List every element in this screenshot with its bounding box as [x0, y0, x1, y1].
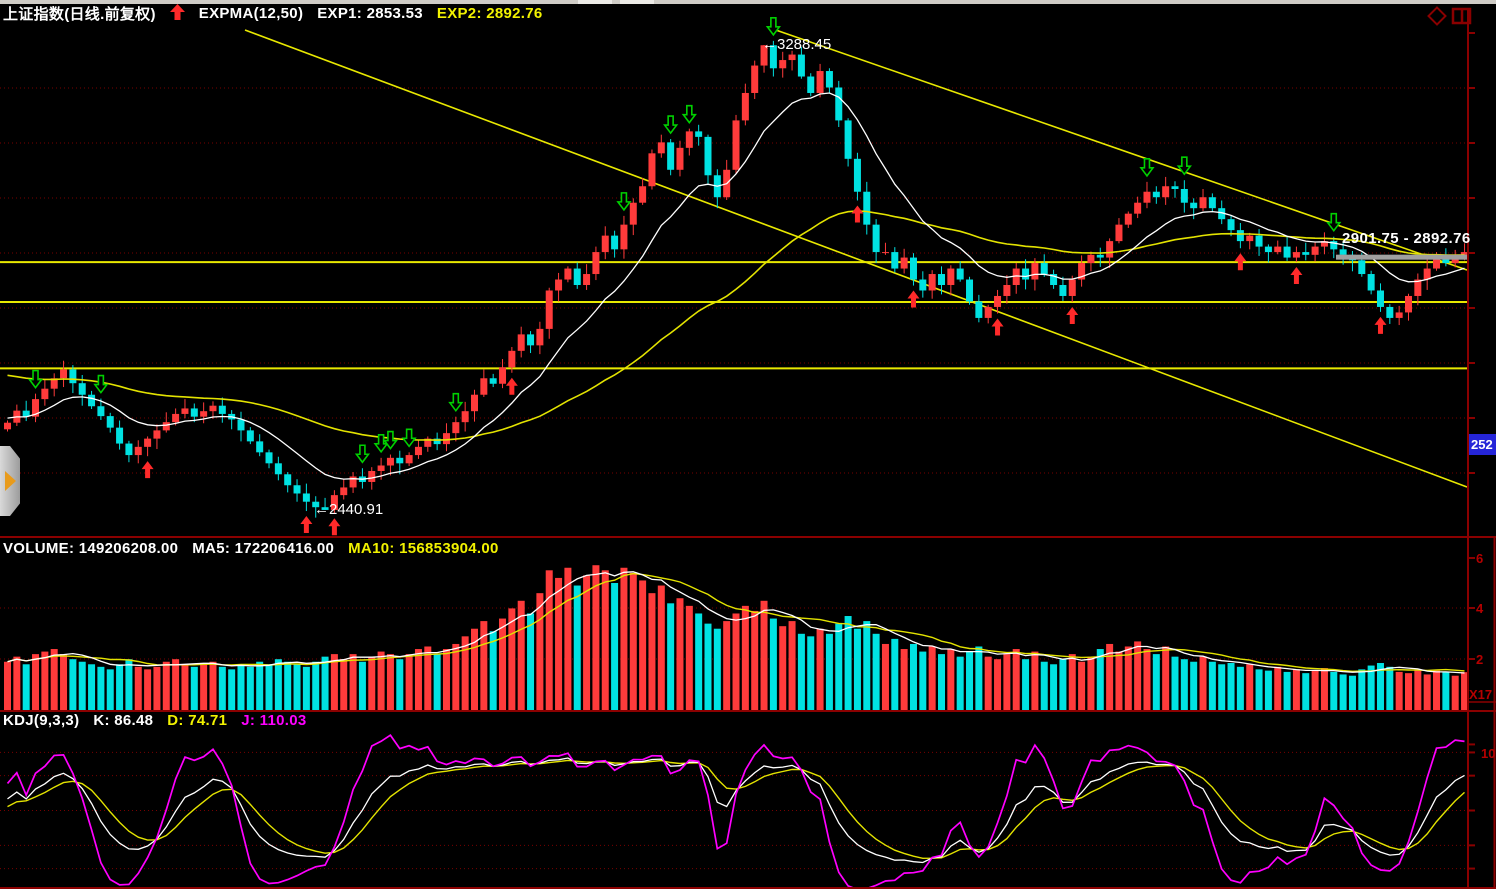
chart-canvas[interactable]	[0, 0, 1496, 889]
volume-axis-tick-4: 4	[1476, 601, 1483, 616]
volume-ma10-value: MA10: 156853904.00	[348, 540, 499, 557]
top-strip-segment	[620, 0, 654, 4]
price-tag-badge: 252	[1469, 434, 1496, 455]
kdj-indicator-name: KDJ(9,3,3)	[3, 712, 79, 729]
diamond-icon[interactable]	[1429, 8, 1446, 25]
expand-arrow-icon	[5, 471, 16, 491]
volume-axis-tick-6: 6	[1476, 551, 1483, 566]
kdj-d-value: D: 74.71	[167, 712, 227, 729]
main-pane-header: 上证指数(日线.前复权) EXPMA(12,50) EXP1: 2853.53 …	[3, 3, 543, 24]
kdj-j-value: J: 110.03	[241, 712, 306, 729]
trough-price-label: ←2440.91	[314, 501, 383, 518]
volume-ma5-value: MA5: 172206416.00	[192, 540, 334, 557]
symbol-title: 上证指数(日线.前复权)	[3, 3, 156, 24]
split-window-icon[interactable]	[1453, 9, 1470, 23]
kdj-axis-tick-100: 10	[1481, 746, 1495, 761]
volume-value: VOLUME: 149206208.00	[3, 540, 178, 557]
up-arrow-icon	[170, 4, 185, 24]
exp1-value: EXP1: 2853.53	[317, 5, 423, 22]
exp2-value: EXP2: 2892.76	[437, 5, 543, 22]
volume-pane-header: VOLUME: 149206208.00 MA5: 172206416.00 M…	[3, 540, 499, 557]
volume-axis-tick-2: 2	[1476, 652, 1483, 667]
trading-app-window: { "main_header": { "symbol": "上证指数(日线.前复…	[0, 0, 1496, 889]
drawn-line-range-label: 2901.75 - 2892.76	[1342, 230, 1471, 247]
kdj-k-value: K: 86.48	[93, 712, 153, 729]
sidebar-expander-tab[interactable]	[0, 446, 20, 516]
indicator-name: EXPMA(12,50)	[199, 5, 303, 22]
zoom-factor-label: X17	[1469, 687, 1492, 702]
pane-corner-icons	[1422, 5, 1480, 34]
kdj-pane-header: KDJ(9,3,3) K: 86.48 D: 74.71 J: 110.03	[3, 712, 307, 729]
peak-price-label: ←3288.45	[762, 36, 831, 53]
top-strip-segment	[578, 0, 612, 4]
